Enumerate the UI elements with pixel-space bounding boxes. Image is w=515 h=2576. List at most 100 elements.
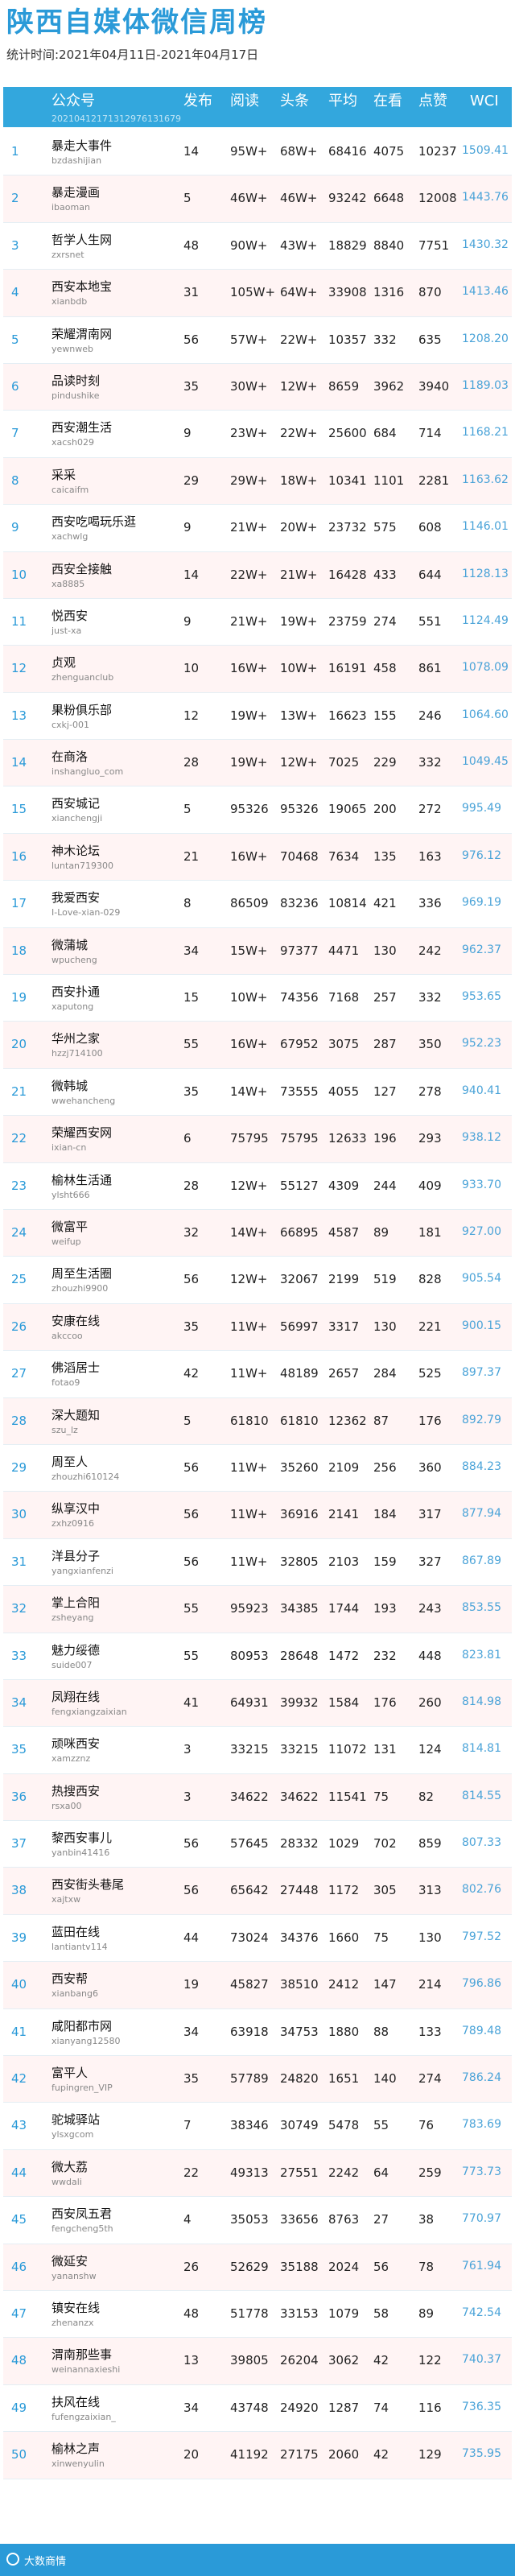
table-row: 42 富平人 fupingren_VIP 35 57789 24820 1651 140 274…: [3, 2056, 512, 2103]
table-row: 21 微韩城 wwehancheng 35 14W+ 73555 4055 127 278 940…: [3, 1068, 512, 1117]
account-id: luntan719300: [52, 860, 114, 871]
table-row: 16 神木论坛 luntan719300 21 16W+ 70468 7634 135 163 9…: [3, 833, 512, 881]
table-row: 48 渭南那些事 weinannaxieshi 13 39805 26204 3062 42 1…: [3, 2338, 512, 2385]
account-id: weifup: [52, 1236, 81, 1247]
account-name: 纵享汉中: [52, 1501, 101, 1517]
average-reads: 23759: [328, 613, 367, 629]
account-name: 周至人: [52, 1454, 89, 1469]
account-name: 神木论坛: [52, 843, 101, 858]
look-count: 155: [373, 708, 397, 723]
account-id: fengxiangzaixian: [52, 1706, 127, 1717]
headline-reads: 34385: [280, 1601, 319, 1616]
wci-score: 1168.21: [462, 426, 509, 440]
account-name: 微大荔: [52, 2159, 89, 2174]
read-count: 49313: [230, 2165, 269, 2180]
like-count: 133: [418, 2024, 442, 2039]
headline-reads: 28332: [280, 1836, 319, 1852]
rank: 8: [11, 473, 19, 488]
table-row: 7 西安潮生活 xacsh029 9 23W+ 22W+ 25600 684 714 1168.2…: [3, 411, 512, 458]
read-count: 29W+: [230, 473, 268, 488]
account-id: zhenguanclub: [52, 672, 114, 683]
headline-reads: 34622: [280, 1789, 319, 1804]
like-count: 122: [418, 2353, 442, 2368]
headline-reads: 22W+: [280, 332, 318, 347]
post-count: 28: [183, 1178, 200, 1193]
look-count: 130: [373, 1319, 397, 1334]
look-count: 42: [373, 2447, 389, 2462]
wci-score: 802.76: [462, 1883, 501, 1897]
rank: 31: [11, 1554, 27, 1569]
account-id: zxrsnet: [52, 249, 84, 260]
like-count: 551: [418, 613, 442, 629]
rank: 15: [11, 802, 27, 817]
average-reads: 10814: [328, 896, 367, 911]
account-name: 微韩城: [52, 1078, 89, 1093]
table-row: 19 西安扑通 xaputong 15 10W+ 74356 7168 257 332 953.6…: [3, 975, 512, 1022]
table-row: 23 榆林生活通 ylsht666 28 12W+ 55127 4309 244 409 933.…: [3, 1162, 512, 1210]
look-count: 702: [373, 1836, 397, 1852]
read-count: 39805: [230, 2353, 269, 2368]
account-id: rsxa00: [52, 1800, 82, 1811]
read-count: 105W+: [230, 285, 276, 300]
like-count: 870: [418, 285, 442, 300]
table-row: 37 黎西安事儿 yanbin41416 56 57645 28332 1029 702 859…: [3, 1821, 512, 1868]
average-reads: 33908: [328, 285, 367, 300]
like-count: 130: [418, 1930, 442, 1945]
wci-score: 976.12: [462, 848, 501, 862]
post-count: 56: [183, 1507, 200, 1522]
headline-reads: 68W+: [280, 144, 318, 159]
wci-score: 884.23: [462, 1459, 501, 1473]
headline-reads: 27448: [280, 1883, 319, 1898]
read-count: 41192: [230, 2447, 269, 2462]
account-name: 西安本地宝: [52, 279, 113, 295]
average-reads: 3062: [328, 2353, 360, 2368]
account-name: 华州之家: [52, 1031, 101, 1046]
look-count: 42: [373, 2353, 389, 2368]
account-name: 蓝田在线: [52, 1924, 101, 1939]
read-count: 23W+: [230, 426, 268, 441]
account-name: 西安街头巷尾: [52, 1877, 125, 1893]
headline-reads: 12W+: [280, 755, 318, 770]
table-row: 49 扶风在线 fufengzaixian_ 34 43748 24920 1287 74 11…: [3, 2384, 512, 2433]
average-reads: 4055: [328, 1084, 360, 1099]
post-count: 10: [183, 661, 200, 676]
table-row: 4 西安本地宝 xianbdb 31 105W+ 64W+ 33908 1316 870 1413…: [3, 270, 512, 317]
post-count: 35: [183, 378, 200, 394]
headline-reads: 67952: [280, 1037, 319, 1052]
headline-reads: 83236: [280, 896, 319, 911]
post-count: 55: [183, 1601, 200, 1616]
read-count: 14W+: [230, 1224, 268, 1240]
like-count: 714: [418, 426, 442, 441]
look-count: 284: [373, 1366, 397, 1381]
read-count: 22W+: [230, 567, 268, 582]
footer-brand: 大数商情: [24, 2556, 67, 2568]
look-count: 458: [373, 661, 397, 676]
table-row: 27 佛滔居士 fotao9 42 11W+ 48189 2657 284 525 897.37: [3, 1351, 512, 1398]
look-count: 200: [373, 802, 397, 817]
account-name: 在商洛: [52, 749, 89, 765]
rank: 26: [11, 1319, 27, 1334]
table-row: 39 蓝田在线 lantiantv114 44 73024 34376 1660 75 130 7…: [3, 1914, 512, 1963]
rank: 36: [11, 1789, 27, 1804]
headline-reads: 35260: [280, 1459, 319, 1475]
header-name: 公众号: [52, 93, 95, 109]
look-count: 184: [373, 1507, 397, 1522]
read-count: 95923: [230, 1601, 269, 1616]
account-name: 微延安: [52, 2253, 89, 2268]
post-count: 56: [183, 1459, 200, 1475]
wci-score: 740.37: [462, 2353, 501, 2367]
headline-reads: 34753: [280, 2024, 319, 2039]
read-count: 16W+: [230, 1037, 268, 1052]
average-reads: 1744: [328, 1601, 360, 1616]
headline-reads: 64W+: [280, 285, 318, 300]
like-count: 243: [418, 1601, 442, 1616]
headline-reads: 27175: [280, 2447, 319, 2462]
account-name: 魅力绥德: [52, 1642, 101, 1657]
look-count: 4075: [373, 144, 405, 159]
post-count: 9: [183, 426, 192, 441]
like-count: 313: [418, 1883, 442, 1898]
headline-reads: 33153: [280, 2306, 319, 2321]
read-count: 11W+: [230, 1554, 268, 1569]
look-count: 196: [373, 1131, 397, 1146]
read-count: 21W+: [230, 613, 268, 629]
